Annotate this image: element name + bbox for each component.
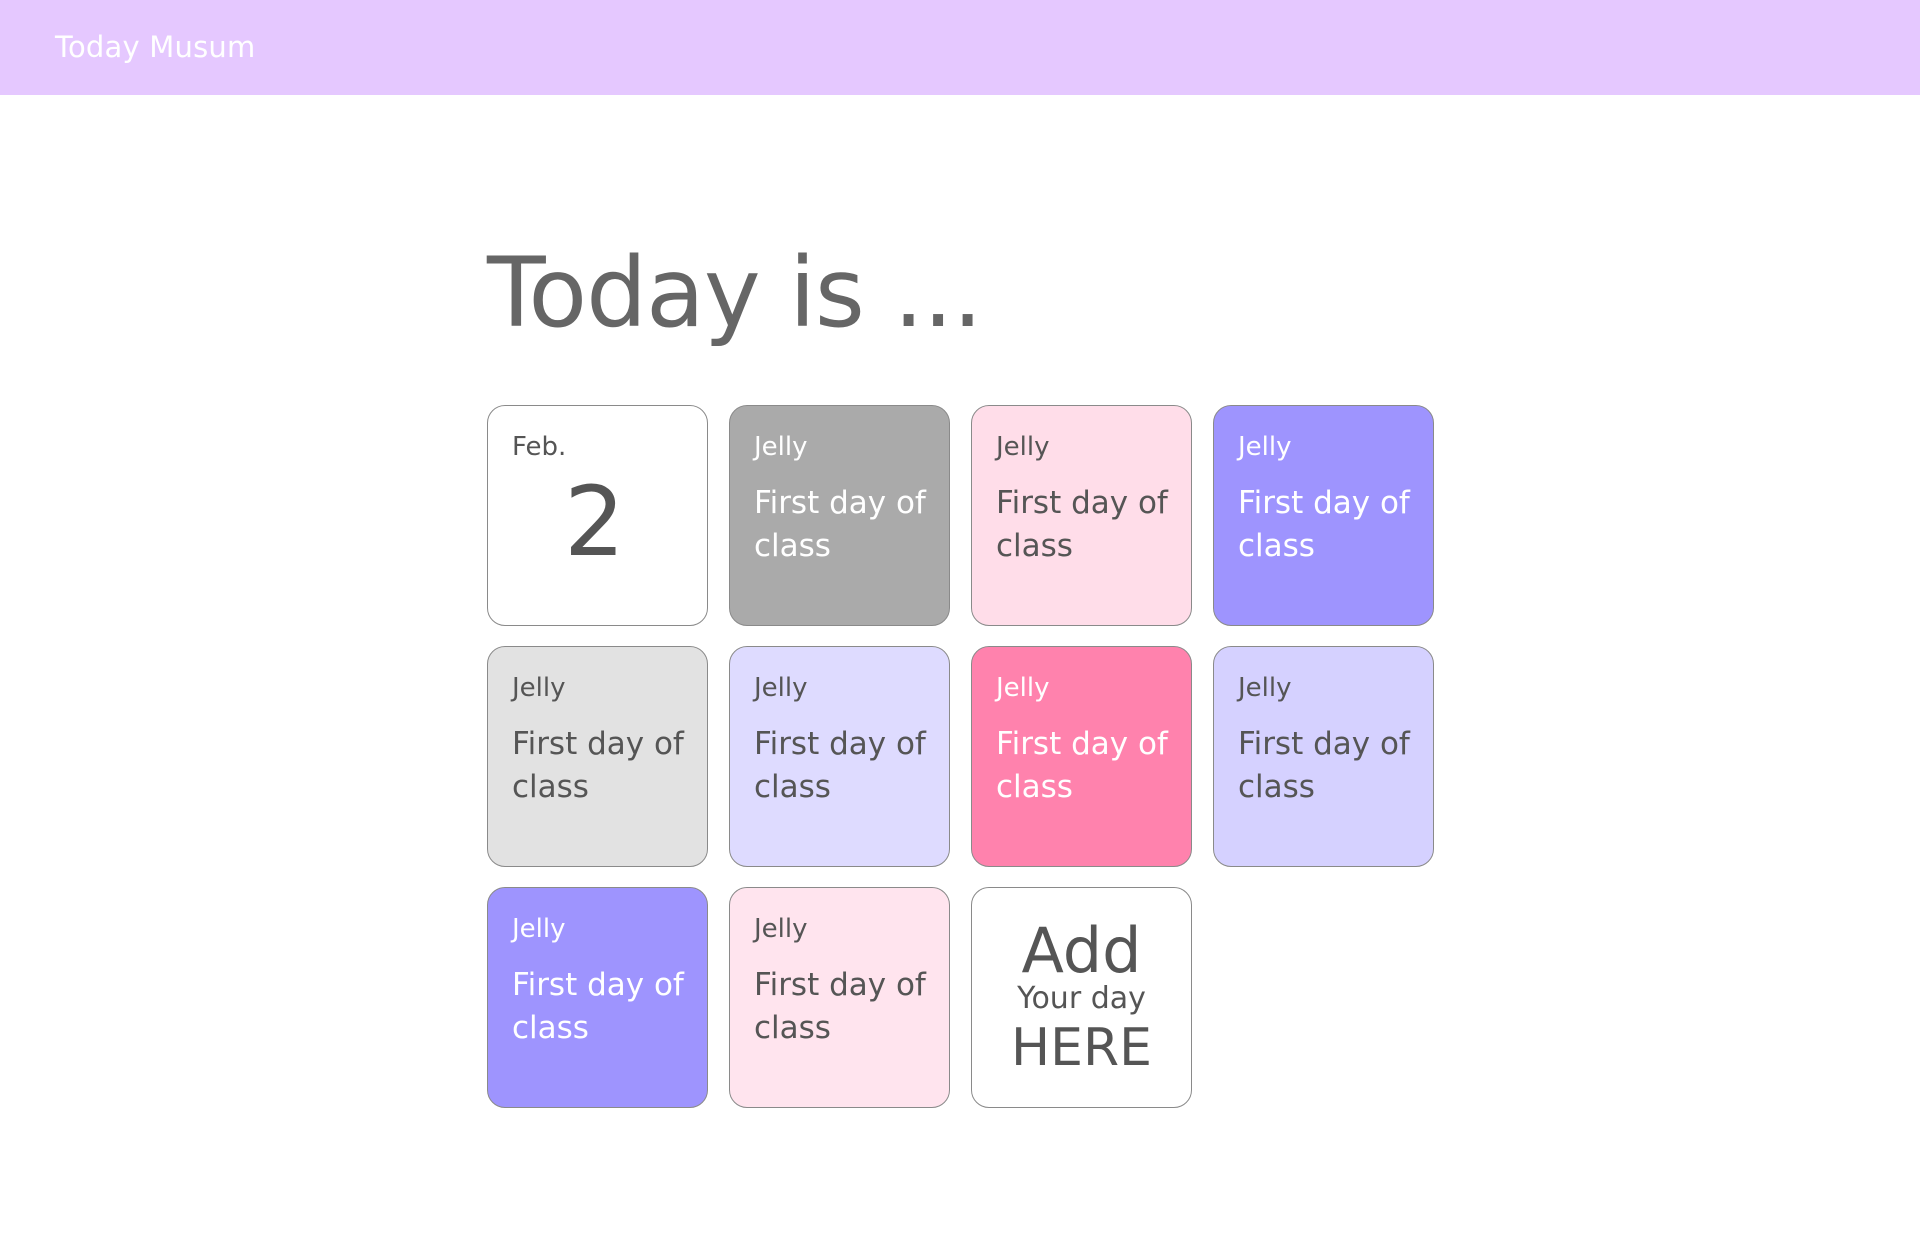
tile-description: First day of class [996, 485, 1168, 564]
page-title: Today is ... [487, 237, 983, 349]
day-tile-5[interactable]: Jelly First day of class [729, 646, 950, 867]
day-tile-grid: Feb. 2 Jelly First day of class Jelly Fi… [487, 405, 1437, 1108]
add-label: Add [1021, 914, 1142, 987]
tile-description: First day of class [1238, 485, 1410, 564]
day-tile-9[interactable]: Jelly First day of class [729, 887, 950, 1108]
tile-description: First day of class [754, 726, 926, 805]
date-tile[interactable]: Feb. 2 [487, 405, 708, 626]
day-tile-6[interactable]: Jelly First day of class [971, 646, 1192, 867]
date-month: Feb. [512, 432, 567, 462]
tile-description: First day of class [512, 726, 684, 805]
tile-label: Jelly [512, 914, 566, 944]
add-here-label: HERE [1011, 1018, 1152, 1078]
tile-description: First day of class [754, 967, 926, 1046]
top-bar: Today Musum [0, 0, 1920, 95]
tile-label: Jelly [1238, 673, 1292, 703]
tile-label: Jelly [1238, 432, 1292, 462]
add-day-button[interactable]: Add Your day HERE [971, 887, 1192, 1108]
tile-description: First day of class [754, 485, 926, 564]
date-day: 2 [563, 466, 626, 578]
app-title[interactable]: Today Musum [55, 30, 255, 64]
tile-description: First day of class [1238, 726, 1410, 805]
day-tile-3[interactable]: Jelly First day of class [1213, 405, 1434, 626]
tile-label: Jelly [754, 432, 808, 462]
day-tile-7[interactable]: Jelly First day of class [1213, 646, 1434, 867]
tile-label: Jelly [754, 914, 808, 944]
add-subtitle: Your day [1017, 981, 1146, 1016]
tile-label: Jelly [512, 673, 566, 703]
day-tile-2[interactable]: Jelly First day of class [971, 405, 1192, 626]
day-tile-4[interactable]: Jelly First day of class [487, 646, 708, 867]
tile-label: Jelly [754, 673, 808, 703]
tile-label: Jelly [996, 673, 1050, 703]
tile-label: Jelly [996, 432, 1050, 462]
day-tile-8[interactable]: Jelly First day of class [487, 887, 708, 1108]
tile-description: First day of class [512, 967, 684, 1046]
day-tile-1[interactable]: Jelly First day of class [729, 405, 950, 626]
tile-description: First day of class [996, 726, 1168, 805]
